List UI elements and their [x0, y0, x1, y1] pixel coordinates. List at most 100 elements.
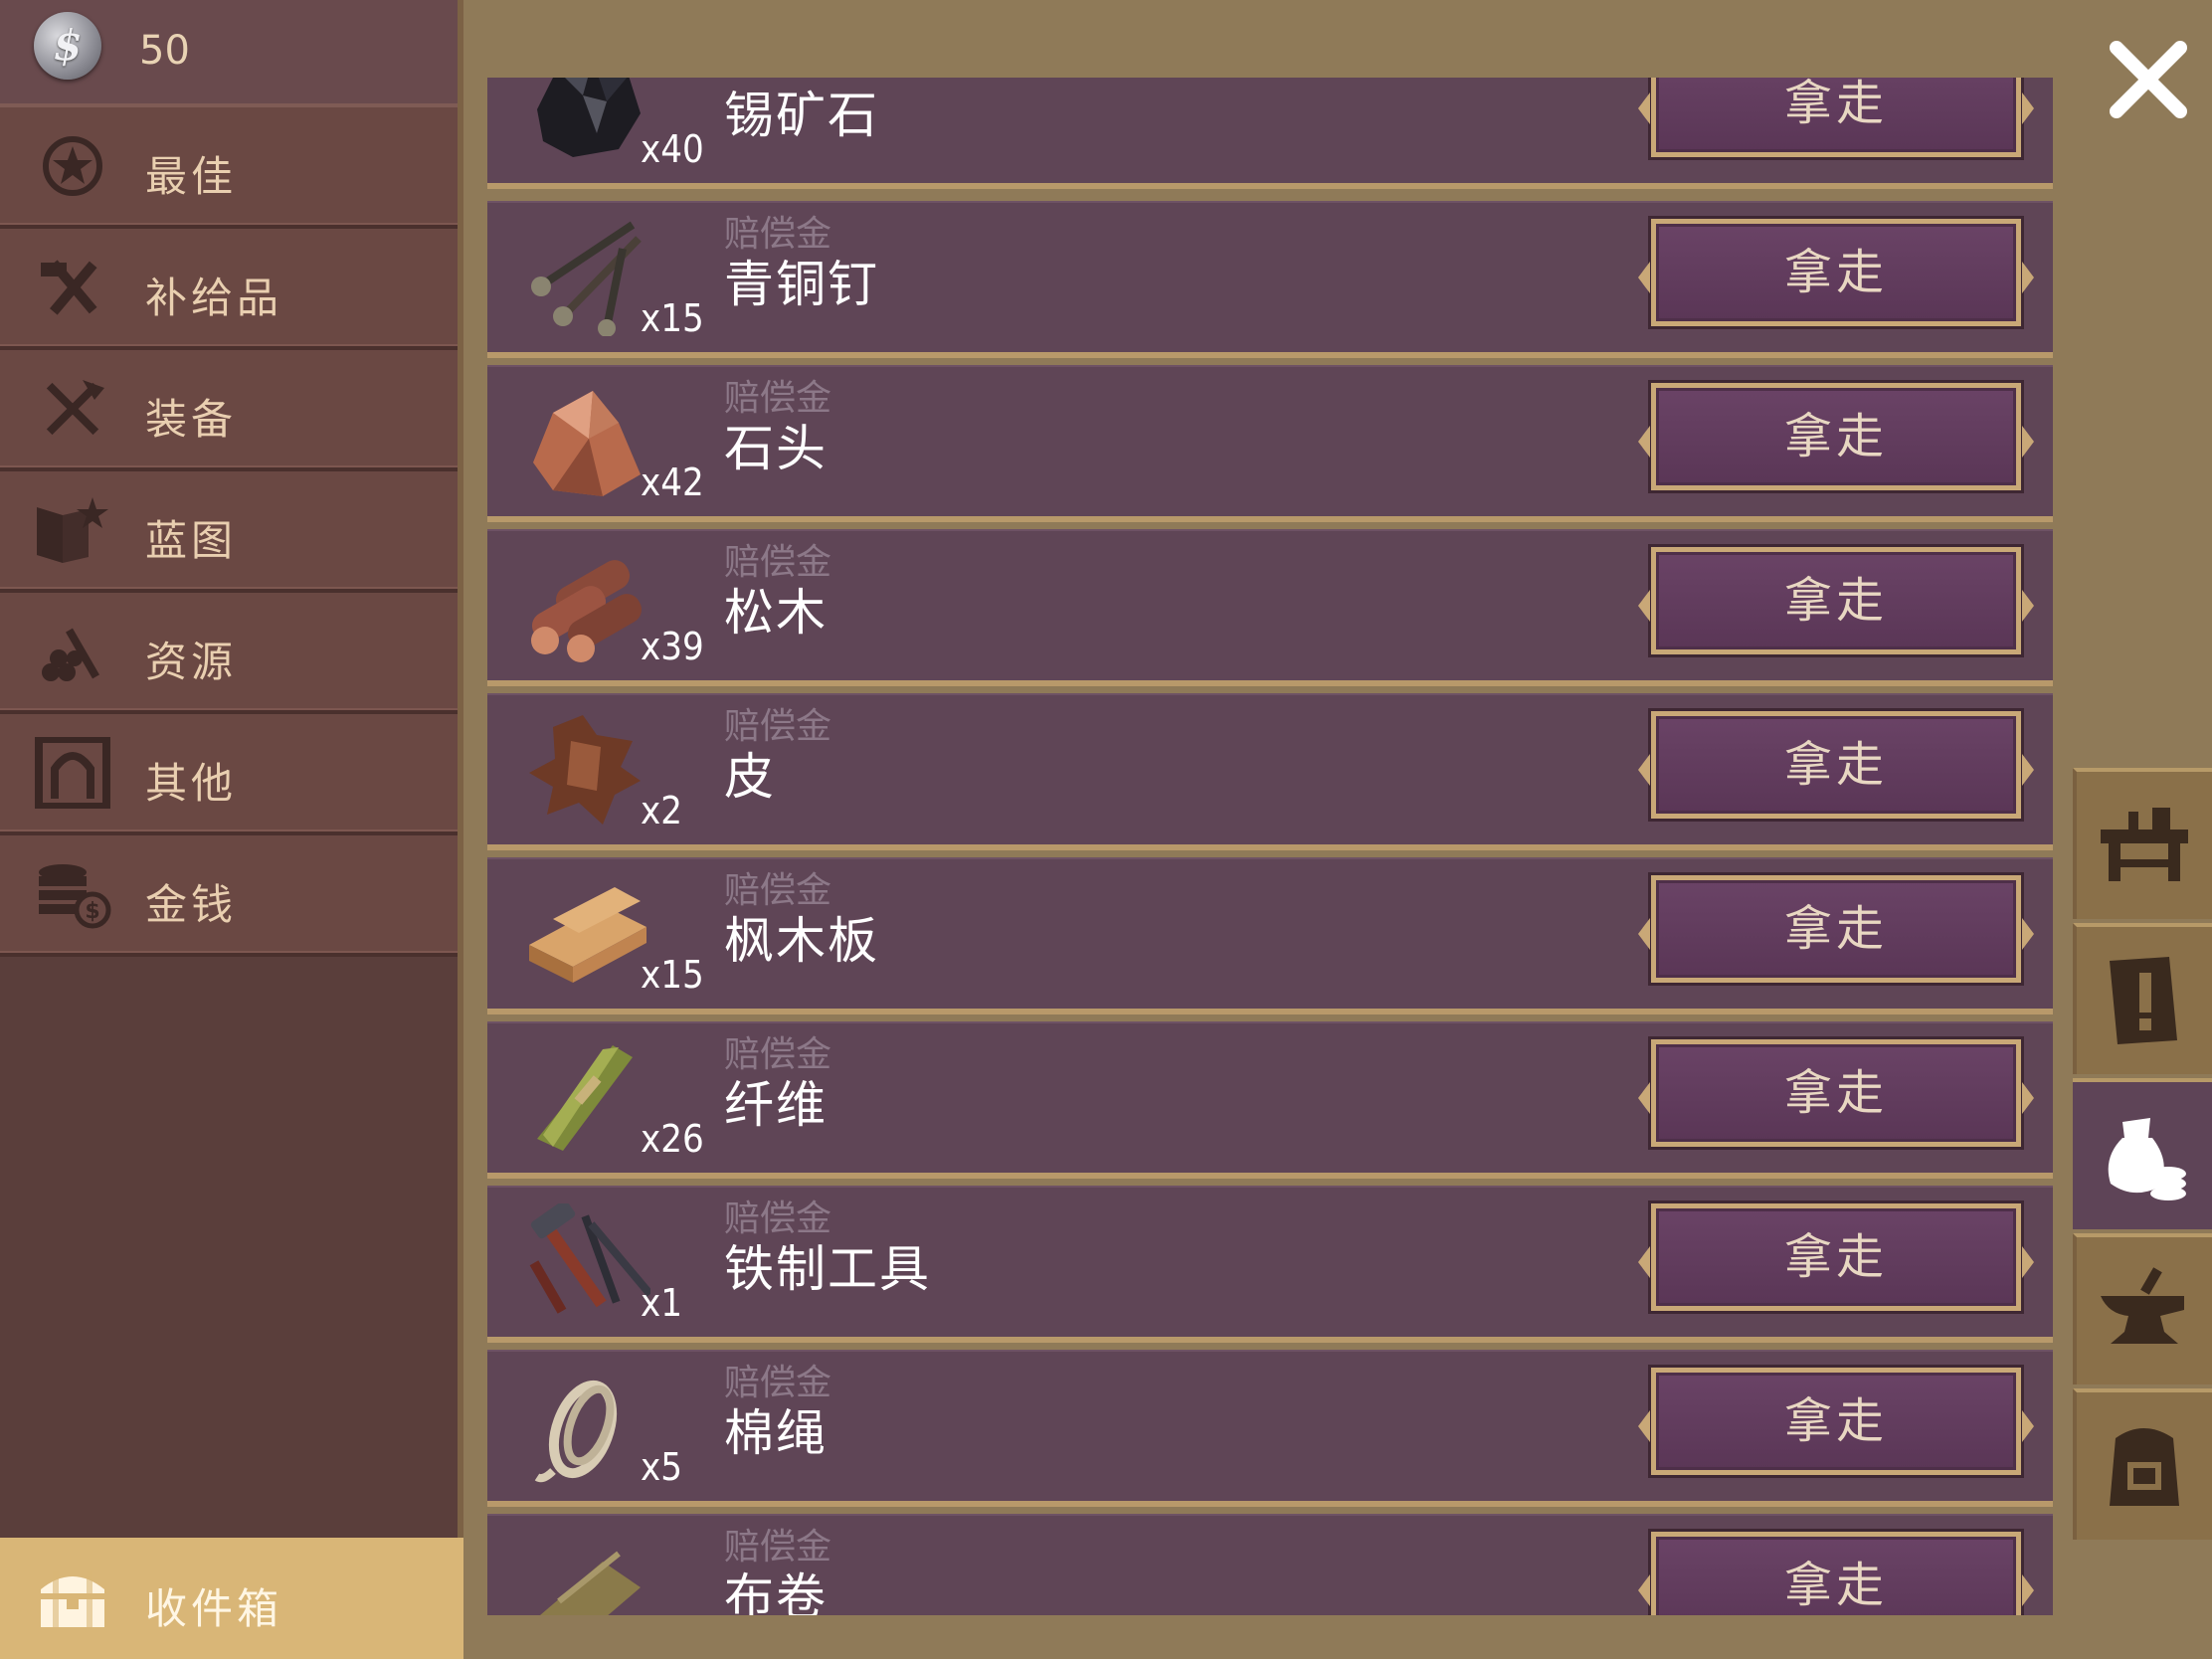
sidebar-item-label: 装备 — [145, 395, 238, 444]
item-quantity: x2 — [641, 789, 682, 832]
list-item: 赔偿金 布卷 拿走 — [487, 1514, 2053, 1615]
currency-display: $ 50 — [0, 0, 458, 107]
list-item: x15 赔偿金 枫木板 拿走 — [487, 857, 2053, 1014]
sidebar-item-other[interactable]: 其他 — [0, 714, 458, 835]
sidebar-item-money[interactable]: $ 金钱 — [0, 835, 458, 957]
category-sidebar: $ 50 最佳 补给品 装备 蓝图 资源 其他 $ 金钱 收件箱 — [0, 0, 463, 1659]
item-name: 布卷 — [724, 1568, 828, 1615]
take-button[interactable]: 拿走 — [1638, 711, 2034, 819]
maple-planks-icon — [523, 875, 650, 993]
list-item: x40 锡矿石 拿走 — [487, 78, 2053, 189]
item-quantity: x15 — [641, 953, 704, 997]
take-button[interactable]: 拿走 — [1638, 383, 2034, 490]
sidebar-item-label: 金钱 — [145, 880, 238, 929]
tab-anvil[interactable] — [2073, 1233, 2212, 1384]
fiber-bundle-icon — [523, 1039, 650, 1157]
item-quantity: x26 — [641, 1117, 704, 1161]
sidebar-item-label: 其他 — [145, 759, 238, 808]
take-button-label: 拿走 — [1783, 1393, 1888, 1449]
tab-workbench[interactable] — [2073, 768, 2212, 919]
item-quantity: x5 — [641, 1445, 682, 1489]
take-button[interactable]: 拿走 — [1638, 78, 2034, 157]
tools-icon — [30, 253, 115, 322]
item-quantity: x40 — [641, 127, 704, 171]
item-quantity: x39 — [641, 625, 704, 668]
item-name: 枫木板 — [724, 912, 879, 970]
take-button[interactable]: 拿走 — [1638, 547, 2034, 654]
anvil-icon — [2101, 1267, 2184, 1344]
sidebar-item-label: 最佳 — [145, 152, 238, 201]
backpack-icon — [2110, 1428, 2179, 1506]
item-name: 松木 — [724, 584, 828, 642]
silver-coin-icon: $ — [34, 12, 101, 80]
sidebar-item-best[interactable]: 最佳 — [0, 107, 458, 229]
close-button[interactable] — [2099, 30, 2198, 129]
item-quantity: x1 — [641, 1281, 682, 1325]
pine-logs-icon — [523, 547, 650, 664]
list-item: x2 赔偿金 皮 拿走 — [487, 693, 2053, 850]
take-button-label: 拿走 — [1783, 1229, 1888, 1285]
stone-icon — [523, 383, 650, 500]
take-button[interactable]: 拿走 — [1638, 219, 2034, 326]
item-name: 皮 — [724, 748, 776, 806]
list-item: x15 赔偿金 青铜钉 拿走 — [487, 201, 2053, 358]
tab-money-bag[interactable] — [2073, 1078, 2212, 1229]
weapons-icon — [30, 374, 115, 444]
sidebar-item-label: 收件箱 — [145, 1584, 283, 1633]
sidebar-item-label: 蓝图 — [145, 516, 238, 565]
blueprint-icon — [30, 495, 115, 565]
tab-backpack[interactable] — [2073, 1388, 2212, 1540]
svg-text:$: $ — [85, 899, 99, 924]
take-button-label: 拿走 — [1783, 245, 1888, 300]
cotton-rope-icon — [523, 1368, 650, 1485]
take-button-label: 拿走 — [1783, 409, 1888, 464]
tab-notice[interactable] — [2073, 923, 2212, 1074]
take-button[interactable]: 拿走 — [1638, 1532, 2034, 1615]
cloth-roll-icon — [523, 1532, 650, 1615]
tin-ore-icon — [523, 78, 650, 167]
sidebar-item-label: 资源 — [145, 638, 238, 686]
item-name: 石头 — [724, 420, 828, 477]
star-badge-icon — [30, 131, 115, 201]
coin-stack-icon: $ — [30, 859, 115, 929]
sidebar-item-inbox[interactable]: 收件箱 — [0, 1538, 463, 1659]
bronze-nails-icon — [523, 219, 650, 337]
iron-tools-icon — [523, 1199, 653, 1321]
take-button-label: 拿走 — [1783, 1558, 1888, 1613]
take-button[interactable]: 拿走 — [1638, 1203, 2034, 1311]
workbench-icon — [2101, 808, 2188, 881]
money-bag-icon — [2108, 1118, 2186, 1200]
list-item: x42 赔偿金 石头 拿走 — [487, 365, 2053, 522]
take-button-label: 拿走 — [1783, 78, 1888, 131]
sidebar-item-resources[interactable]: 资源 — [0, 593, 458, 714]
list-item: x39 赔偿金 松木 拿走 — [487, 529, 2053, 686]
item-name: 青铜钉 — [724, 256, 879, 313]
item-quantity: x15 — [641, 296, 704, 340]
take-button[interactable]: 拿走 — [1638, 1039, 2034, 1147]
hide-icon — [523, 711, 650, 829]
list-item: x1 赔偿金 铁制工具 拿走 — [487, 1186, 2053, 1343]
notice-icon — [2110, 957, 2177, 1044]
sidebar-item-label: 补给品 — [145, 274, 283, 322]
sidebar-item-supplies[interactable]: 补给品 — [0, 229, 458, 350]
item-quantity: x42 — [641, 461, 704, 504]
close-icon — [2110, 41, 2187, 118]
portrait-frame-icon — [30, 737, 115, 809]
sidebar-item-blueprints[interactable]: 蓝图 — [0, 471, 458, 593]
chest-icon — [30, 1564, 115, 1633]
list-item: x5 赔偿金 棉绳 拿走 — [487, 1350, 2053, 1507]
item-name: 纤维 — [724, 1076, 828, 1134]
item-name: 铁制工具 — [724, 1240, 931, 1298]
resources-icon — [30, 617, 115, 686]
take-button-label: 拿走 — [1783, 901, 1888, 957]
inbox-item-list[interactable]: x40 锡矿石 拿走 x15 赔偿金 青铜钉 拿走 x42 赔偿金 石头 拿走 … — [487, 78, 2053, 1615]
take-button-label: 拿走 — [1783, 1065, 1888, 1121]
take-button[interactable]: 拿走 — [1638, 875, 2034, 983]
take-button-label: 拿走 — [1783, 573, 1888, 629]
take-button[interactable]: 拿走 — [1638, 1368, 2034, 1475]
item-name: 锡矿石 — [724, 87, 879, 144]
sidebar-item-equipment[interactable]: 装备 — [0, 350, 458, 471]
take-button-label: 拿走 — [1783, 737, 1888, 793]
item-name: 棉绳 — [724, 1404, 828, 1462]
currency-value: 50 — [139, 28, 190, 74]
